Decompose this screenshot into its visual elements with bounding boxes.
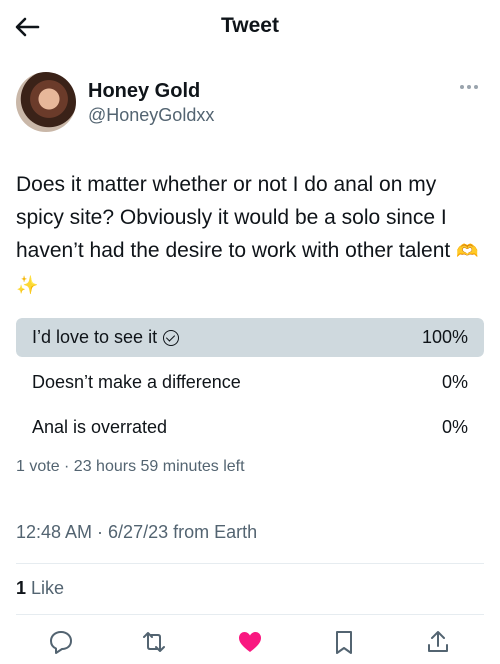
poll-option-text: I’d love to see it	[32, 327, 158, 347]
avatar[interactable]	[16, 72, 76, 132]
check-circle-icon	[163, 329, 180, 346]
divider	[16, 614, 484, 615]
poll-option-label: I’d love to see it	[32, 327, 180, 348]
poll-option: Anal is overrated 0%	[16, 408, 484, 447]
poll-option-label: Anal is overrated	[32, 417, 167, 438]
poll-option-text: Anal is overrated	[32, 417, 168, 437]
poll-option: I’d love to see it 100%	[16, 318, 484, 357]
poll-option-percent: 0%	[441, 372, 468, 392]
tweet-body: Does it matter whether or not I do anal …	[16, 173, 451, 262]
author-name[interactable]: Honey Gold	[88, 80, 200, 103]
header: Tweet	[0, 0, 500, 52]
poll-option-label: Doesn’t make a difference	[32, 372, 241, 393]
tweet-text: Does it matter whether or not I do anal …	[16, 168, 484, 302]
bookmark-icon[interactable]	[330, 628, 358, 656]
poll-meta: 1 vote · 23 hours 59 minutes left	[16, 458, 245, 475]
likes-count[interactable]: 1 Like	[16, 578, 64, 599]
action-bar	[0, 622, 500, 662]
share-icon[interactable]	[424, 628, 452, 656]
poll-option-percent: 100%	[421, 327, 468, 347]
more-icon[interactable]	[460, 80, 482, 94]
likes-number: 1	[16, 578, 27, 598]
author-handle[interactable]: @HoneyGoldxx	[88, 105, 214, 126]
likes-label: Like	[26, 578, 65, 598]
tweet-timestamp[interactable]: 12:48 AM · 6/27/23 from Earth	[16, 522, 257, 543]
poll: I’d love to see it 100% Doesn’t make a d…	[16, 318, 484, 453]
poll-option-percent: 0%	[441, 417, 468, 437]
retweet-icon[interactable]	[140, 628, 168, 656]
poll-option: Doesn’t make a difference 0%	[16, 363, 484, 402]
page-title: Tweet	[221, 14, 279, 37]
poll-option-text: Doesn’t make a difference	[32, 372, 241, 392]
like-icon[interactable]	[236, 628, 264, 656]
divider	[16, 563, 484, 564]
reply-icon[interactable]	[47, 628, 75, 656]
